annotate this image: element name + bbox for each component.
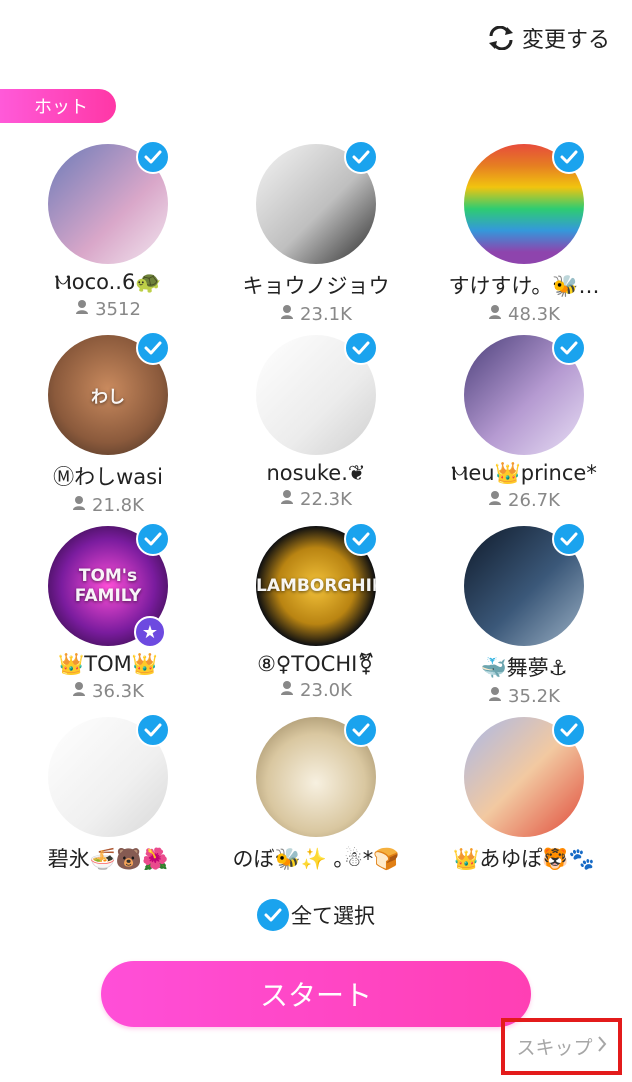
person-icon [72,495,86,516]
user-name: Ⲙoco..6🐢 [54,270,162,294]
user-name: nosuke.❦ [266,461,366,485]
checkmark-icon [257,899,289,931]
follower-count-value: 22.3K [300,489,352,510]
user-name: Ⲙeu👑prince* [451,461,597,485]
follower-count-value: 26.7K [508,490,560,511]
refresh-icon [486,26,516,50]
person-icon [488,490,502,511]
avatar-wrapper [256,140,378,264]
user-card[interactable]: すけすけ。🐝… 48.3K [420,140,628,331]
avatar-wrapper [464,331,586,455]
user-card[interactable]: TOM's FAMILY ★ 👑TOM👑 36.3K [4,522,212,713]
follower-count: 3512 [75,299,141,320]
person-icon [75,299,89,320]
user-card[interactable]: 碧氷🍜🐻🌺 [4,713,212,904]
follower-count: 26.7K [488,490,560,511]
follower-count: 22.3K [280,489,352,510]
person-icon [280,489,294,510]
select-all-label: 全て選択 [291,904,375,928]
checkmark-icon[interactable] [552,713,586,747]
user-name: Ⓜわしwasi [53,465,163,489]
skip-button[interactable]: スキップ [501,1018,622,1075]
follower-count-value: 48.3K [508,304,560,325]
follower-count-value: 3512 [95,299,141,320]
checkmark-icon[interactable] [136,522,170,556]
avatar-wrapper [48,713,170,837]
checkmark-icon[interactable] [552,140,586,174]
person-icon [488,686,502,707]
avatar-caption: LAMBORGHINI [256,576,376,596]
skip-label: スキップ [516,1037,593,1059]
avatar-wrapper: LAMBORGHINI [256,522,378,646]
user-card[interactable]: Ⲙoco..6🐢 3512 [4,140,212,331]
person-icon [280,680,294,701]
avatar-caption: わし [91,387,125,408]
avatar-wrapper [464,140,586,264]
avatar-wrapper [464,713,586,837]
user-card[interactable]: nosuke.❦ 22.3K [212,331,420,522]
avatar-wrapper: TOM's FAMILY ★ [48,522,170,648]
select-all-toggle[interactable]: 全て選択 [0,899,632,931]
user-name: 🐳舞夢⚓ [480,656,568,680]
follower-count: 21.8K [72,495,144,516]
follower-count: 36.3K [72,681,144,702]
change-label: 変更する [521,28,610,53]
change-button[interactable]: 変更する [486,22,610,54]
avatar-wrapper [48,140,170,264]
tab-hot[interactable]: ホット [0,89,116,123]
follower-count-value: 23.1K [300,304,352,325]
start-button[interactable]: スタート [101,961,531,1027]
user-card[interactable]: わし Ⓜわしwasi 21.8K [4,331,212,522]
person-icon [72,681,86,702]
user-card[interactable]: のぼ🐝✨ ｡☃*🍞 [212,713,420,904]
user-name: のぼ🐝✨ ｡☃*🍞 [232,847,400,871]
checkmark-icon[interactable] [344,713,378,747]
user-card[interactable]: LAMBORGHINI ⑧♀TOCHI⚧ 23.0K [212,522,420,713]
checkmark-icon[interactable] [344,140,378,174]
chevron-right-icon [597,1035,607,1058]
user-grid: Ⲙoco..6🐢 3512 キョウノジョウ 23.1K すけすけ。🐝… 48.3K わし Ⓜわ… [0,140,632,904]
follower-count-value: 23.0K [300,680,352,701]
checkmark-icon[interactable] [552,522,586,556]
checkmark-icon[interactable] [344,522,378,556]
avatar-wrapper [256,331,378,455]
checkmark-icon[interactable] [136,140,170,174]
user-card[interactable]: キョウノジョウ 23.1K [212,140,420,331]
follower-count-value: 36.3K [92,681,144,702]
user-name: 👑あゆぽ🐯🐾 [453,847,595,871]
avatar-caption: TOM's FAMILY [74,566,142,606]
user-name: すけすけ。🐝… [448,274,600,298]
follower-count: 23.1K [280,304,352,325]
person-icon [280,304,294,325]
avatar-wrapper [464,522,586,646]
follower-count: 23.0K [280,680,352,701]
checkmark-icon[interactable] [344,331,378,365]
user-name: 👑TOM👑 [58,652,158,676]
user-card[interactable]: 🐳舞夢⚓ 35.2K [420,522,628,713]
follower-count-value: 21.8K [92,495,144,516]
user-name: 碧氷🍜🐻🌺 [47,847,169,871]
checkmark-icon[interactable] [136,713,170,747]
avatar-wrapper: わし [48,331,170,455]
follower-count-value: 35.2K [508,686,560,707]
person-icon [488,304,502,325]
tab-hot-label: ホット [34,97,88,118]
user-name: ⑧♀TOCHI⚧ [257,652,375,676]
checkmark-icon[interactable] [136,331,170,365]
user-card[interactable]: Ⲙeu👑prince* 26.7K [420,331,628,522]
avatar-wrapper [256,713,378,837]
user-name: キョウノジョウ [242,274,390,298]
user-card[interactable]: 👑あゆぽ🐯🐾 [420,713,628,904]
follower-count: 48.3K [488,304,560,325]
star-icon: ★ [134,616,166,648]
follower-count: 35.2K [488,686,560,707]
checkmark-icon[interactable] [552,331,586,365]
